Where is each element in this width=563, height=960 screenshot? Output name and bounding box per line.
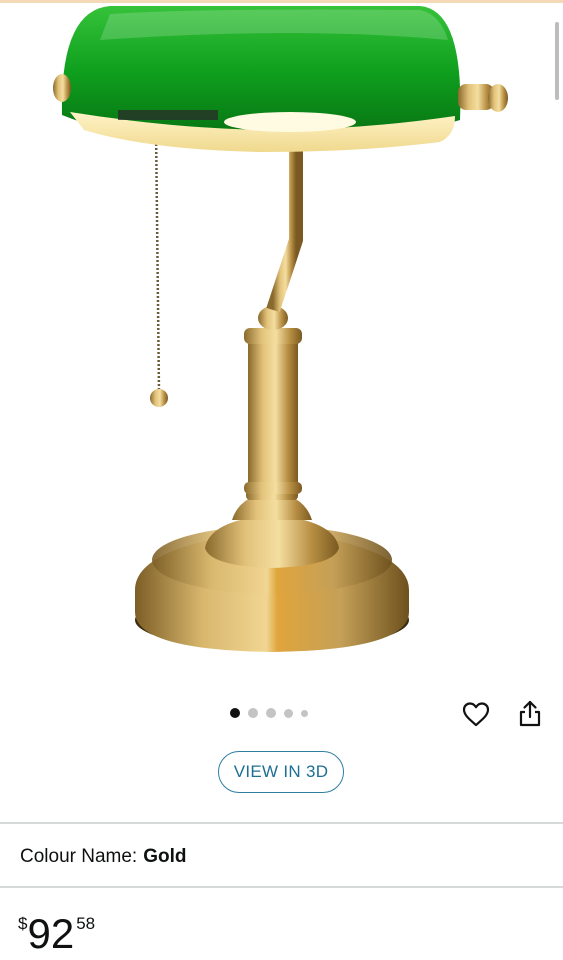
colour-name-label: Colour Name: [20,846,138,867]
lamp-illustration [53,6,508,652]
wishlist-button[interactable] [460,698,492,730]
carousel-dot[interactable] [248,708,258,718]
price-fraction: 58 [76,914,96,933]
price: $92 58 [18,910,95,958]
colour-name-value: Gold [143,846,187,867]
carousel-dot[interactable] [230,708,240,718]
price-currency: $ [18,914,28,933]
product-image[interactable] [0,0,563,690]
view-in-3d-button[interactable]: VIEW IN 3D [218,751,344,793]
share-button[interactable] [514,698,546,730]
colour-name-row: Colour Name: Gold [20,846,187,868]
share-icon [519,700,541,727]
carousel-dot[interactable] [301,709,308,717]
divider [0,886,563,888]
price-whole: 92 [27,910,75,957]
carousel-dots[interactable] [230,708,308,718]
divider [0,822,563,824]
heart-outline-icon [462,702,490,727]
carousel-dot[interactable] [284,708,293,718]
carousel-dot[interactable] [266,708,276,718]
